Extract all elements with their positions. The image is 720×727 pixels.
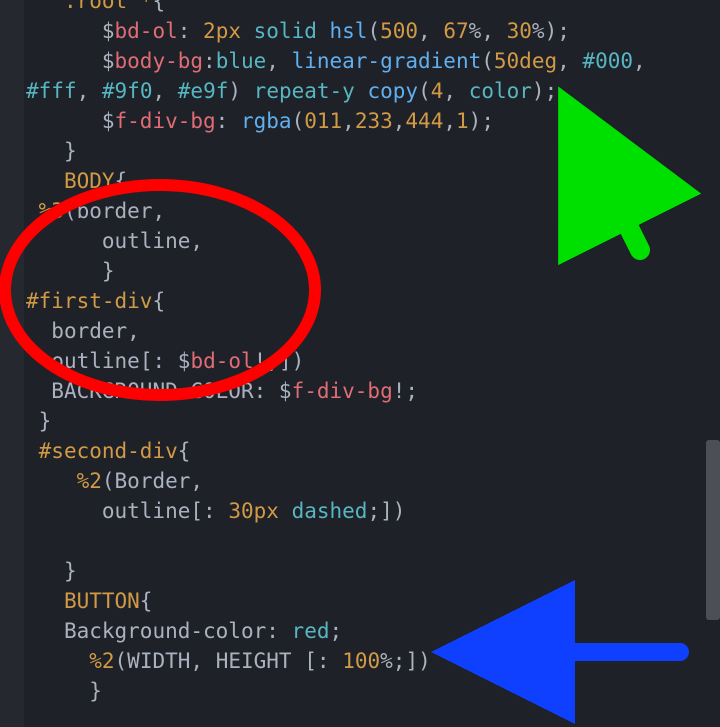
scrollbar-thumb[interactable] [706, 440, 720, 620]
code-editor-content[interactable]: :root *{ $bd-ol: 2px solid hsl(500, 67%,… [26, 0, 646, 706]
editor-gutter [0, 0, 24, 727]
scrollbar-track[interactable] [706, 0, 720, 727]
